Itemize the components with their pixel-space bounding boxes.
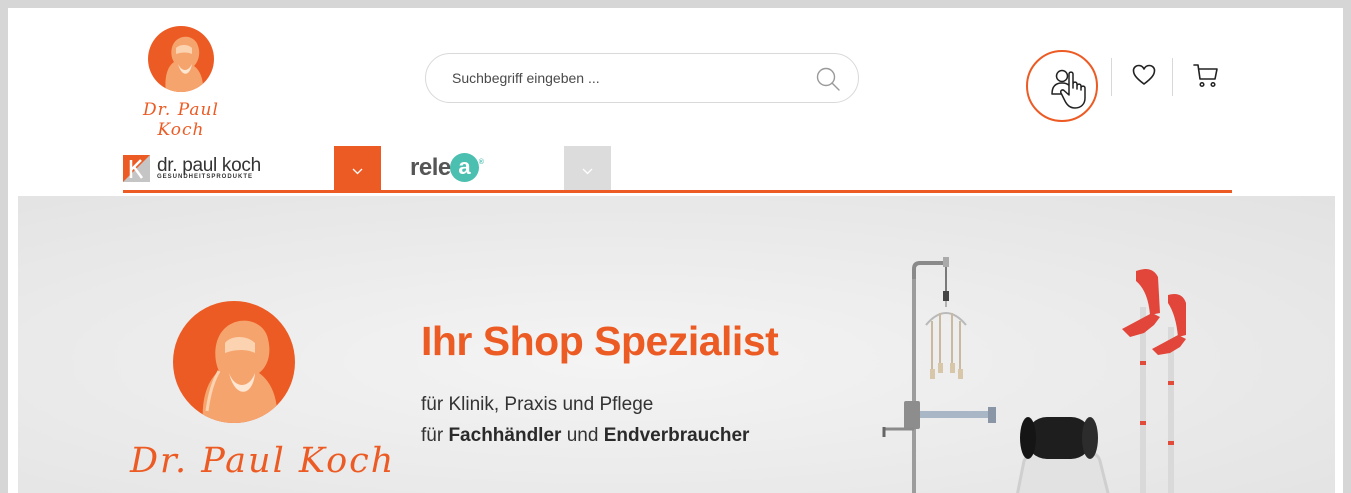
- positioning-roll-icon: [1016, 417, 1110, 493]
- brand-dr-paul-koch[interactable]: dr. paul koch GESUNDHEITSPRODUKTE: [123, 150, 261, 186]
- wishlist-button[interactable]: [1132, 64, 1156, 91]
- cart-button[interactable]: [1193, 63, 1219, 94]
- relexa-dropdown-button[interactable]: [564, 146, 611, 192]
- brand-underline: [123, 190, 1232, 193]
- brand-relexa[interactable]: rele a ®: [410, 153, 484, 182]
- hero-banner[interactable]: Dr. Paul Koch Ihr Shop Spezialist für Kl…: [18, 196, 1335, 493]
- search-input[interactable]: [452, 66, 792, 90]
- header-divider: [1172, 58, 1173, 96]
- hero-title: Ihr Shop Spezialist: [421, 318, 779, 364]
- hero-signature: Dr. Paul Koch: [130, 441, 396, 481]
- crutches-icon: [1122, 269, 1186, 493]
- brand-name: dr. paul koch: [157, 154, 261, 176]
- relexa-badge: a: [449, 153, 479, 182]
- search-icon[interactable]: [814, 65, 842, 93]
- chevron-down-icon: [352, 168, 363, 175]
- hero-portrait-icon: [173, 301, 295, 423]
- site-logo[interactable]: Dr. Paul Koch: [121, 26, 241, 140]
- logo-signature: Dr. Paul Koch: [143, 100, 219, 140]
- brand-subtitle: GESUNDHEITSPRODUKTE: [157, 173, 254, 180]
- header-divider: [1111, 58, 1112, 96]
- hero-subline-2-bold-2: Endverbraucher: [603, 425, 750, 446]
- relexa-registered-mark: ®: [478, 159, 484, 166]
- cart-icon: [1193, 64, 1219, 93]
- brand-k-logo-icon: [123, 154, 150, 182]
- search-bar: [425, 53, 859, 103]
- pointer-hand-icon: [1060, 70, 1096, 115]
- shop-page: Dr. Paul Koch Suchbegriff eingeben ... d…: [8, 8, 1343, 493]
- bed-stand-icon: [882, 257, 996, 493]
- portrait-icon: [148, 26, 214, 92]
- hero-subline-1: für Klinik, Praxis und Pflege: [421, 394, 654, 415]
- hero-subline-2: für Fachhändler und Endverbraucher: [421, 425, 749, 447]
- chevron-down-icon: [582, 168, 593, 175]
- hero-subline-2-mid: und: [561, 425, 604, 446]
- heart-icon: [1132, 64, 1156, 90]
- relexa-wordmark: rele: [410, 153, 451, 181]
- hero-subline-2-bold-1: Fachhändler: [448, 425, 562, 446]
- hero-subline-2-pre: für: [421, 425, 449, 446]
- product-images: [882, 257, 1186, 493]
- brand-dropdown-button[interactable]: [334, 146, 381, 192]
